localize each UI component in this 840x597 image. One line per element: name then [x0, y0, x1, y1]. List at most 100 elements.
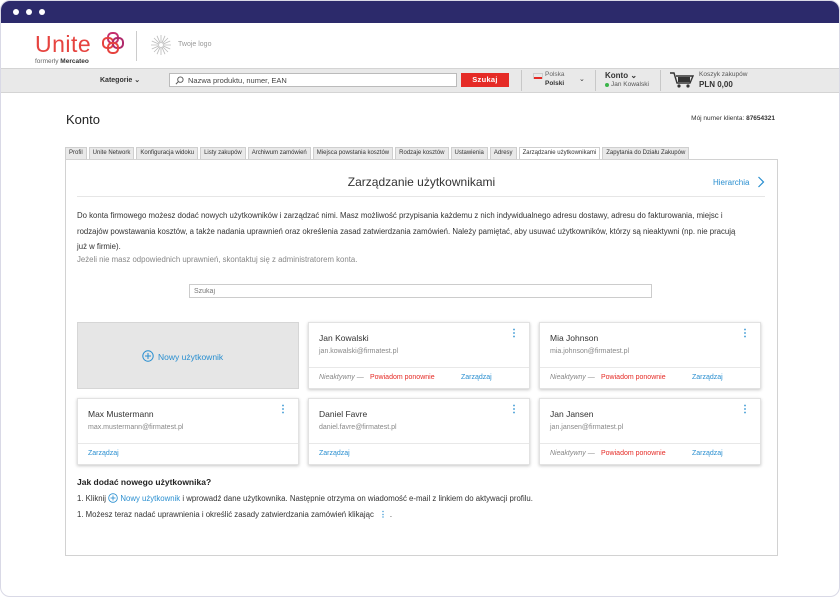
tab-shopping-lists[interactable]: Listy zakupów	[200, 147, 246, 159]
site-header	[1, 23, 839, 69]
cart-label[interactable]: Koszyk zakupów	[699, 71, 747, 78]
kebab-menu-icon[interactable]: ⋮	[740, 405, 750, 415]
kebab-menu-icon: ⋮	[379, 510, 387, 519]
manage-user-link[interactable]: Zarządzaj	[692, 374, 723, 381]
new-user-button[interactable]: Nowy użytkownik	[77, 322, 299, 389]
account-user-name: Jan Kowalski	[611, 81, 649, 88]
intro-text: Do konta firmowego możesz dodać nowych u…	[77, 211, 736, 251]
permissions-note: Jeżeli nie masz odpowiednich uprawnień, …	[77, 255, 358, 264]
partner-logo-icon	[151, 35, 171, 55]
kebab-menu-icon[interactable]: ⋮	[509, 405, 519, 415]
window-titlebar	[1, 1, 839, 23]
nav-divider	[660, 70, 661, 91]
kebab-menu-icon[interactable]: ⋮	[278, 405, 288, 415]
page-title: Konto	[66, 112, 100, 127]
tab-order-archive[interactable]: Archiwum zamówień	[247, 147, 311, 159]
user-card-footer: Zarządzaj	[309, 443, 529, 464]
tab-profil[interactable]: Profil	[65, 147, 87, 159]
partner-logo-text: Twoje logo	[178, 41, 212, 48]
search-icon	[175, 76, 184, 85]
user-name: Jan Jansen	[550, 409, 594, 419]
categories-menu[interactable]: Kategorie ⌄	[100, 76, 140, 84]
chevron-down-icon[interactable]: ⌄	[579, 75, 585, 83]
howto-title: Jak dodać nowego użytkownika?	[77, 477, 212, 487]
user-card: Daniel Favre daniel.favre@firmatest.pl ⋮…	[308, 398, 530, 465]
product-search	[169, 73, 457, 87]
nav-divider	[595, 70, 596, 91]
chevron-down-icon: ⌄	[134, 77, 141, 84]
tab-user-management[interactable]: Zarządzanie użytkownikami	[518, 147, 601, 159]
client-number: Mój numer klienta: 87654321	[691, 115, 775, 122]
user-email: daniel.favre@firmatest.pl	[319, 424, 397, 431]
divider	[77, 196, 765, 197]
user-card: Max Mustermann max.mustermann@firmatest.…	[77, 398, 299, 465]
user-card: Jan Kowalski jan.kowalski@firmatest.pl ⋮…	[308, 322, 530, 389]
user-card-footer: Nieaktywny — Powiadom ponownie Zarządzaj	[540, 367, 760, 388]
user-status: Nieaktywny —	[550, 450, 595, 457]
user-name: Max Mustermann	[88, 409, 154, 419]
resend-invite-link[interactable]: Powiadom ponownie	[601, 374, 666, 381]
kebab-menu-icon[interactable]: ⋮	[740, 329, 750, 339]
tab-addresses[interactable]: Adresy	[489, 147, 517, 159]
window-dot-icon	[26, 9, 32, 15]
hierarchy-link[interactable]: Hierarchia	[713, 178, 749, 187]
user-name: Jan Kowalski	[319, 333, 369, 343]
user-card-footer: Zarządzaj	[78, 443, 298, 464]
poland-flag-icon	[533, 73, 543, 79]
plus-circle-icon	[142, 350, 154, 362]
unite-logo-icon	[102, 32, 124, 54]
account-menu[interactable]: Konto ⌄	[605, 71, 637, 80]
howto-step-text: 1. Kliknij	[77, 494, 107, 503]
tab-unite-network[interactable]: Unite Network	[88, 147, 135, 159]
resend-invite-link[interactable]: Powiadom ponownie	[601, 450, 666, 457]
language-label[interactable]: Polski	[545, 80, 564, 87]
tab-purchasing-requests[interactable]: Zapytania do Działu Zakupów	[602, 147, 690, 159]
brand-formerly: formerly Mercateo	[35, 58, 89, 65]
chevron-down-icon: ⌄	[630, 71, 638, 80]
resend-invite-link[interactable]: Powiadom ponownie	[370, 374, 435, 381]
panel-title: Zarządzanie użytkownikami	[347, 175, 496, 189]
howto-new-user-link[interactable]: Nowy użytkownik	[120, 494, 180, 503]
country-label[interactable]: Polska	[545, 71, 565, 78]
window-dot-icon	[13, 9, 19, 15]
account-tabs: Profil Unite Network Konfiguracja widoku…	[65, 147, 691, 159]
plus-circle-icon	[108, 493, 118, 503]
tab-view-config[interactable]: Konfiguracja widoku	[136, 147, 199, 159]
user-card: Mia Johnson mia.johnson@firmatest.pl ⋮ N…	[539, 322, 761, 389]
howto-step-text: 1. Możesz teraz nadać uprawnienia i okre…	[77, 510, 374, 519]
manage-user-link[interactable]: Zarządzaj	[461, 374, 492, 381]
howto-step: 1. Możesz teraz nadać uprawnienia i okre…	[77, 510, 392, 519]
howto-step-text: .	[389, 510, 392, 519]
user-name: Daniel Favre	[319, 409, 368, 419]
search-input[interactable]	[188, 74, 453, 86]
nav-divider	[521, 70, 522, 91]
online-status-icon	[605, 83, 609, 87]
cart-icon[interactable]	[669, 71, 695, 89]
user-card: Jan Jansen jan.jansen@firmatest.pl ⋮ Nie…	[539, 398, 761, 465]
manage-user-link[interactable]: Zarządzaj	[319, 450, 350, 457]
user-email: max.mustermann@firmatest.pl	[88, 424, 184, 431]
user-card-footer: Nieaktywny — Powiadom ponownie Zarządzaj	[309, 367, 529, 388]
kebab-menu-icon[interactable]: ⋮	[509, 329, 519, 339]
howto-step: 1. Kliknij Nowy użytkownik i wprowadź da…	[77, 493, 533, 503]
manage-user-link[interactable]: Zarządzaj	[692, 450, 723, 457]
window-dot-icon	[39, 9, 45, 15]
cart-total[interactable]: PLN 0,00	[699, 80, 733, 89]
logo-divider	[136, 31, 137, 61]
search-button[interactable]: Szukaj	[461, 73, 509, 87]
user-status: Nieaktywny —	[319, 374, 364, 381]
manage-user-link[interactable]: Zarządzaj	[88, 450, 119, 457]
tab-settings[interactable]: Ustawienia	[450, 147, 488, 159]
user-email: mia.johnson@firmatest.pl	[550, 348, 630, 355]
user-name: Mia Johnson	[550, 333, 599, 343]
howto-step-text: i wprowadź dane użytkownika. Następnie o…	[182, 494, 533, 503]
brand-logo[interactable]: Unite	[35, 31, 91, 58]
chevron-right-icon[interactable]	[757, 176, 765, 188]
user-status: Nieaktywny —	[550, 374, 595, 381]
new-user-label: Nowy użytkownik	[158, 352, 224, 362]
user-email: jan.jansen@firmatest.pl	[550, 424, 624, 431]
tab-cost-centers[interactable]: Miejsca powstania kosztów	[312, 147, 394, 159]
app-window: Unite formerly Mercateo Twoje logo Kateg…	[0, 0, 840, 597]
tab-cost-types[interactable]: Rodzaje kosztów	[395, 147, 449, 159]
user-search-input[interactable]	[189, 284, 652, 298]
